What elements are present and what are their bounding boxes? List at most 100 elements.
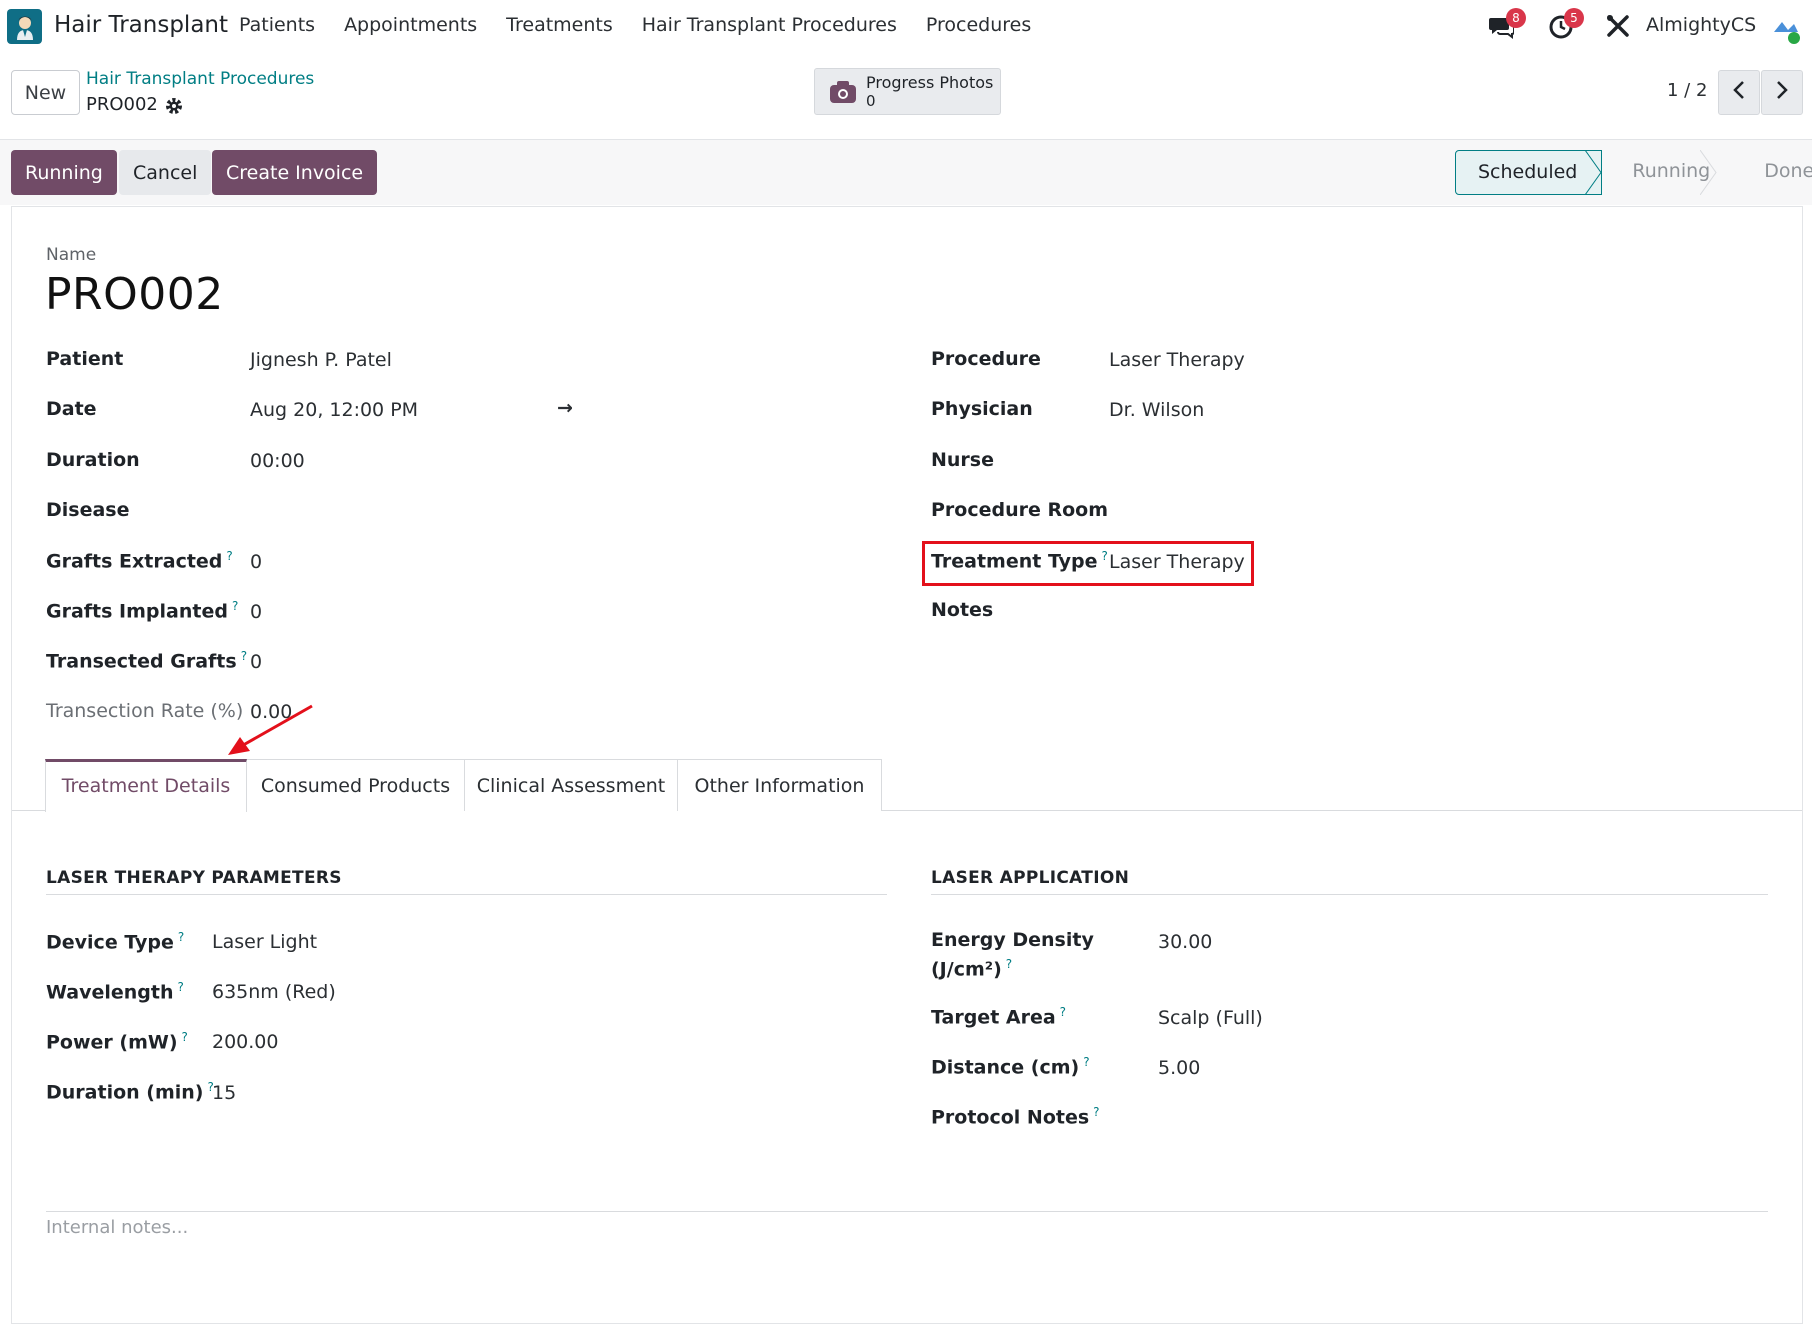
name-label: Name bbox=[46, 245, 97, 265]
pager-next-button[interactable] bbox=[1761, 70, 1803, 115]
energy-density-label: Energy Density bbox=[931, 929, 1094, 951]
stage-arrow-divider bbox=[1585, 150, 1602, 195]
progress-photos-button[interactable]: Progress Photos 0 bbox=[814, 68, 1001, 115]
physician-label: Physician bbox=[931, 398, 1033, 420]
wavelength-label: Wavelength? bbox=[46, 980, 184, 1003]
help-icon[interactable]: ? bbox=[178, 980, 184, 994]
help-icon[interactable]: ? bbox=[1083, 1055, 1089, 1069]
power-value[interactable]: 200.00 bbox=[212, 1031, 278, 1053]
stage-done[interactable]: Done bbox=[1734, 150, 1812, 195]
menu-item-procedures[interactable]: Procedures bbox=[926, 14, 1031, 36]
control-panel: New Hair Transplant Procedures PRO002 Pr… bbox=[0, 60, 1812, 140]
laser-therapy-parameters-title: LASER THERAPY PARAMETERS bbox=[46, 868, 342, 888]
cancel-button[interactable]: Cancel bbox=[119, 150, 212, 195]
wavelength-label-text: Wavelength bbox=[46, 981, 174, 1004]
grafts-extracted-label: Grafts Extracted? bbox=[46, 549, 233, 572]
menu-item-treatments[interactable]: Treatments bbox=[506, 14, 613, 36]
patient-value[interactable]: Jignesh P. Patel bbox=[250, 349, 392, 371]
pager-previous-button[interactable] bbox=[1718, 70, 1760, 115]
breadcrumb-link[interactable]: Hair Transplant Procedures bbox=[86, 69, 314, 89]
help-icon[interactable]: ? bbox=[241, 649, 247, 663]
new-button[interactable]: New bbox=[11, 70, 80, 115]
transected-grafts-label-text: Transected Grafts bbox=[46, 650, 237, 673]
duration-min-label: Duration (min)? bbox=[46, 1080, 214, 1103]
main-menu: Patients Appointments Treatments Hair Tr… bbox=[239, 14, 1060, 36]
avatar-icon[interactable] bbox=[1770, 14, 1800, 44]
top-navbar: Hair Transplant Patients Appointments Tr… bbox=[0, 0, 1812, 52]
pager-value[interactable]: 1 / 2 bbox=[1667, 80, 1707, 101]
tools-icon[interactable] bbox=[1605, 13, 1631, 39]
target-area-label-text: Target Area bbox=[931, 1006, 1056, 1029]
transected-grafts-value[interactable]: 0 bbox=[250, 651, 262, 673]
help-icon[interactable]: ? bbox=[226, 549, 232, 563]
date-value[interactable]: Aug 20, 12:00 PM bbox=[250, 399, 418, 421]
notes-divider bbox=[46, 1211, 1768, 1212]
target-area-value[interactable]: Scalp (Full) bbox=[1158, 1007, 1263, 1029]
procedure-value[interactable]: Laser Therapy bbox=[1109, 349, 1245, 371]
patient-label: Patient bbox=[46, 348, 124, 370]
help-icon[interactable]: ? bbox=[1093, 1105, 1099, 1119]
progress-photos-label: Progress Photos bbox=[866, 73, 994, 92]
internal-notes-input[interactable]: Internal notes... bbox=[46, 1217, 188, 1238]
help-icon[interactable]: ? bbox=[1006, 957, 1012, 971]
grafts-implanted-label-text: Grafts Implanted bbox=[46, 600, 228, 623]
procedure-room-label: Procedure Room bbox=[931, 499, 1109, 521]
physician-value[interactable]: Dr. Wilson bbox=[1109, 399, 1204, 421]
energy-density-unit-text: (J/cm²) bbox=[931, 958, 1002, 981]
device-type-label-text: Device Type bbox=[46, 931, 174, 954]
tab-clinical-assessment[interactable]: Clinical Assessment bbox=[465, 759, 678, 811]
activities-badge: 5 bbox=[1564, 8, 1584, 28]
power-label-text: Power (mW) bbox=[46, 1031, 178, 1054]
stage-scheduled[interactable]: Scheduled bbox=[1455, 150, 1603, 195]
transection-rate-value: 0.00 bbox=[250, 701, 293, 723]
menu-item-patients[interactable]: Patients bbox=[239, 14, 315, 36]
help-icon[interactable]: ? bbox=[182, 1030, 188, 1044]
section-divider bbox=[931, 894, 1768, 895]
notebook-tabs: Treatment Details Consumed Products Clin… bbox=[12, 759, 1802, 812]
laser-application-title: LASER APPLICATION bbox=[931, 868, 1130, 888]
help-icon[interactable]: ? bbox=[232, 599, 238, 613]
app-name[interactable]: Hair Transplant bbox=[54, 12, 228, 38]
messages-badge: 8 bbox=[1506, 8, 1526, 28]
menu-item-hair-transplant-procedures[interactable]: Hair Transplant Procedures bbox=[642, 14, 897, 36]
gear-icon[interactable] bbox=[164, 96, 184, 116]
distance-label: Distance (cm)? bbox=[931, 1055, 1090, 1078]
grafts-implanted-value[interactable]: 0 bbox=[250, 601, 262, 623]
section-divider bbox=[46, 894, 887, 895]
protocol-notes-label-text: Protocol Notes bbox=[931, 1106, 1090, 1129]
action-bar: Running Cancel Create Invoice Scheduled … bbox=[0, 140, 1812, 205]
duration-min-label-text: Duration (min) bbox=[46, 1081, 204, 1104]
device-type-label: Device Type? bbox=[46, 930, 184, 953]
notes-label: Notes bbox=[931, 599, 994, 621]
progress-photos-count: 0 bbox=[866, 92, 876, 110]
protocol-notes-label: Protocol Notes? bbox=[931, 1105, 1100, 1128]
create-invoice-button[interactable]: Create Invoice bbox=[212, 150, 378, 195]
grafts-extracted-label-text: Grafts Extracted bbox=[46, 550, 223, 573]
duration-min-value[interactable]: 15 bbox=[212, 1082, 236, 1104]
tab-treatment-details[interactable]: Treatment Details bbox=[45, 759, 247, 812]
energy-density-value[interactable]: 30.00 bbox=[1158, 931, 1212, 953]
device-type-value[interactable]: Laser Light bbox=[212, 931, 317, 953]
help-icon[interactable]: ? bbox=[178, 930, 184, 944]
wavelength-value[interactable]: 635nm (Red) bbox=[212, 981, 336, 1003]
nurse-label: Nurse bbox=[931, 449, 994, 471]
running-button[interactable]: Running bbox=[11, 150, 117, 195]
form-sheet: Name PRO002 Patient Jignesh P. Patel Dat… bbox=[11, 206, 1803, 1324]
tab-consumed-products[interactable]: Consumed Products bbox=[247, 759, 465, 811]
distance-label-text: Distance (cm) bbox=[931, 1056, 1080, 1079]
power-label: Power (mW)? bbox=[46, 1030, 188, 1053]
help-icon[interactable]: ? bbox=[1060, 1005, 1066, 1019]
app-logo-icon[interactable] bbox=[7, 9, 42, 44]
target-area-label: Target Area? bbox=[931, 1005, 1066, 1028]
grafts-extracted-value[interactable]: 0 bbox=[250, 551, 262, 573]
menu-item-appointments[interactable]: Appointments bbox=[344, 14, 477, 36]
tab-other-information[interactable]: Other Information bbox=[678, 759, 882, 811]
record-title[interactable]: PRO002 bbox=[45, 269, 224, 320]
chevron-left-icon bbox=[1733, 81, 1744, 99]
company-name[interactable]: AlmightyCS bbox=[1646, 14, 1756, 36]
grafts-implanted-label: Grafts Implanted? bbox=[46, 599, 238, 622]
duration-value[interactable]: 00:00 bbox=[250, 450, 305, 472]
highlight-box bbox=[922, 541, 1254, 586]
distance-value[interactable]: 5.00 bbox=[1158, 1057, 1200, 1079]
breadcrumb-current-record: PRO002 bbox=[86, 94, 158, 115]
